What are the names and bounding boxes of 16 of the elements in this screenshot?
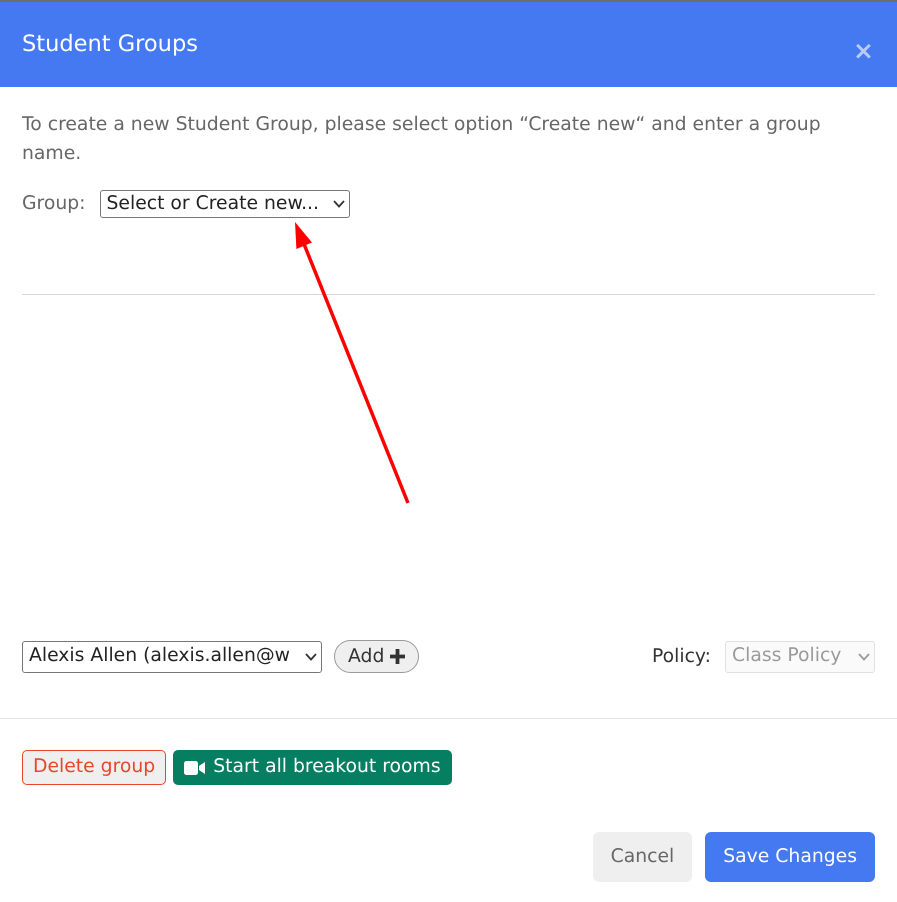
plus-icon bbox=[390, 649, 406, 664]
chevron-down-icon bbox=[305, 652, 317, 661]
instruction-text: To create a new Student Group, please select option “Create new“ and enter a group name. bbox=[22, 113, 822, 166]
start-rooms-button[interactable]: Start all breakout rooms bbox=[173, 750, 452, 786]
chevron-down-icon bbox=[332, 200, 345, 208]
chevron-down-icon bbox=[858, 652, 870, 661]
video-camera-icon bbox=[184, 760, 206, 775]
group-label: Group: bbox=[22, 192, 86, 216]
student-select[interactable]: Alexis Allen (alexis.allen@w bbox=[22, 640, 322, 673]
cancel-button[interactable]: Cancel bbox=[592, 832, 692, 882]
delete-group-button[interactable]: Delete group bbox=[22, 750, 166, 786]
group-select[interactable]: Select or Create new... bbox=[100, 190, 350, 218]
dialog-title: Student Groups bbox=[22, 31, 198, 58]
add-button[interactable]: Add bbox=[334, 640, 420, 674]
policy-label: Policy: bbox=[652, 644, 711, 669]
save-changes-button[interactable]: Save Changes bbox=[705, 832, 875, 882]
